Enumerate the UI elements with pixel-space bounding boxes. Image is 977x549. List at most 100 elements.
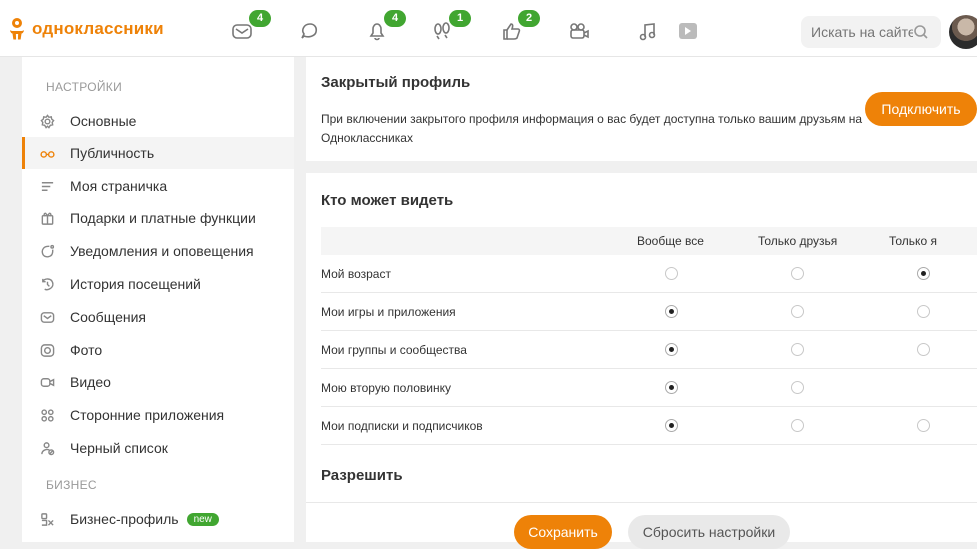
messages-nav-button[interactable]: 4 [231, 10, 271, 42]
music-note-icon [639, 23, 656, 41]
sidebar-item-label: Публичность [70, 145, 155, 161]
enable-closed-profile-button[interactable]: Подключить [865, 92, 977, 126]
visibility-radio-friends[interactable] [791, 381, 804, 394]
sidebar-item-publicity[interactable]: Публичность [22, 137, 294, 169]
video-call-nav-button[interactable] [568, 20, 594, 42]
sidebar-item-main[interactable]: Основные [22, 105, 294, 137]
message-icon [38, 308, 56, 326]
ok-logo-icon [10, 18, 24, 40]
sidebar-item-label: Уведомления и оповещения [70, 243, 254, 259]
sidebar-item-label: Сторонние приложения [70, 407, 225, 423]
sidebar-item-blacklist[interactable]: Черный список [22, 432, 294, 464]
notifications-nav-button[interactable]: 4 [366, 10, 406, 42]
visibility-radio-everyone[interactable] [665, 343, 678, 356]
visibility-row: Мою вторую половинку [321, 369, 977, 407]
sidebar-item-label: Бизнес-профиль [70, 511, 179, 527]
closed-profile-description: При включении закрытого профиля информац… [321, 112, 863, 145]
blacklist-icon [38, 439, 56, 457]
closed-profile-card: Закрытый профиль При включении закрытого… [306, 57, 977, 161]
notifications-badge: 4 [384, 10, 406, 27]
sidebar-item-label: История посещений [70, 276, 201, 292]
allow-title: Разрешить [321, 467, 403, 484]
search-box[interactable] [801, 16, 941, 48]
sidebar-item-history[interactable]: История посещений [22, 268, 294, 300]
apps-icon [38, 406, 56, 424]
user-avatar[interactable] [949, 15, 977, 49]
chat-bubble-icon [301, 23, 318, 39]
sidebar-item-my-page[interactable]: Моя страничка [22, 170, 294, 202]
camera-icon [38, 341, 56, 359]
sidebar-item-messages[interactable]: Сообщения [22, 301, 294, 333]
settings-sidebar: НАСТРОЙКИ Основные Публичность Моя стран… [22, 57, 294, 542]
sidebar-item-label: Сообщения [70, 309, 146, 325]
visibility-row: Мой возраст [321, 255, 977, 293]
settings-section-title: НАСТРОЙКИ [46, 80, 123, 94]
visibility-radio-everyone[interactable] [665, 305, 678, 318]
visibility-radio-friends[interactable] [791, 305, 804, 318]
card-divider [306, 502, 977, 503]
visibility-radio-everyone[interactable] [665, 267, 678, 280]
sidebar-item-video[interactable]: Видео [22, 366, 294, 398]
search-input[interactable] [811, 24, 913, 40]
save-button[interactable]: Сохранить [514, 515, 612, 549]
business-icon [38, 510, 56, 528]
top-bar: одноклассники 4 4 1 2 [0, 0, 977, 57]
visibility-radio-friends[interactable] [791, 267, 804, 280]
ok-logo[interactable]: одноклассники [10, 18, 164, 40]
visibility-radio-everyone[interactable] [665, 381, 678, 394]
new-badge: new [186, 512, 219, 526]
history-icon [38, 275, 56, 293]
sidebar-item-gifts[interactable]: Подарки и платные функции [22, 202, 294, 234]
visibility-row: Мои игры и приложения [321, 293, 977, 331]
lines-icon [38, 177, 56, 195]
sidebar-item-label: Основные [70, 113, 137, 129]
video-camera-icon [570, 23, 589, 39]
logo-text: одноклассники [32, 19, 164, 38]
video-nav-button[interactable] [675, 20, 701, 42]
visibility-radio-only-me[interactable] [917, 305, 930, 318]
visibility-row-label: Мой возраст [321, 267, 391, 281]
guests-badge: 1 [449, 10, 471, 27]
sidebar-item-label: Видео [70, 374, 111, 390]
visibility-row: Мои группы и сообщества [321, 331, 977, 369]
gear-icon [38, 112, 56, 130]
play-icon [679, 23, 697, 39]
sidebar-item-label: Фото [70, 342, 103, 358]
sidebar-item-business-profile[interactable]: Бизнес-профиль new [22, 503, 294, 535]
visibility-row-label: Мои игры и приложения [321, 305, 456, 319]
reset-settings-button[interactable]: Сбросить настройки [628, 515, 790, 549]
music-nav-button[interactable] [637, 20, 663, 42]
sidebar-item-label: Моя страничка [70, 178, 168, 194]
visibility-row: Мои подписки и подписчиков [321, 407, 977, 445]
messages-badge: 4 [249, 10, 271, 27]
visibility-radio-friends[interactable] [791, 343, 804, 356]
visibility-table-header: Вообще все Только друзья Только я [321, 227, 977, 255]
likes-badge: 2 [518, 10, 540, 27]
sidebar-item-label: Подарки и платные функции [70, 210, 256, 226]
glasses-icon [38, 144, 56, 162]
likes-nav-button[interactable]: 2 [500, 10, 540, 42]
visibility-radio-only-me[interactable] [917, 267, 930, 280]
visibility-radio-everyone[interactable] [665, 419, 678, 432]
visibility-card: Кто может видеть Вообще все Только друзь… [306, 173, 977, 549]
visibility-radio-friends[interactable] [791, 419, 804, 432]
visibility-row-label: Мою вторую половинку [321, 381, 451, 395]
column-friends-only: Только друзья [758, 234, 838, 248]
visibility-radio-only-me[interactable] [917, 343, 930, 356]
column-only-me: Только я [889, 234, 937, 248]
sidebar-item-label: Черный список [70, 440, 168, 456]
gift-icon [38, 209, 56, 227]
sidebar-item-apps[interactable]: Сторонние приложения [22, 399, 294, 431]
guests-nav-button[interactable]: 1 [431, 10, 471, 42]
notification-icon [38, 242, 56, 260]
column-everyone: Вообще все [637, 234, 704, 248]
visibility-radio-only-me[interactable] [917, 419, 930, 432]
visibility-title: Кто может видеть [321, 192, 454, 209]
search-icon[interactable] [913, 24, 929, 40]
sidebar-item-notifications[interactable]: Уведомления и оповещения [22, 235, 294, 267]
visibility-row-label: Мои группы и сообщества [321, 343, 467, 357]
business-section-title: БИЗНЕС [46, 478, 97, 492]
discussions-nav-button[interactable] [298, 20, 324, 42]
visibility-row-label: Мои подписки и подписчиков [321, 419, 483, 433]
sidebar-item-photo[interactable]: Фото [22, 334, 294, 366]
